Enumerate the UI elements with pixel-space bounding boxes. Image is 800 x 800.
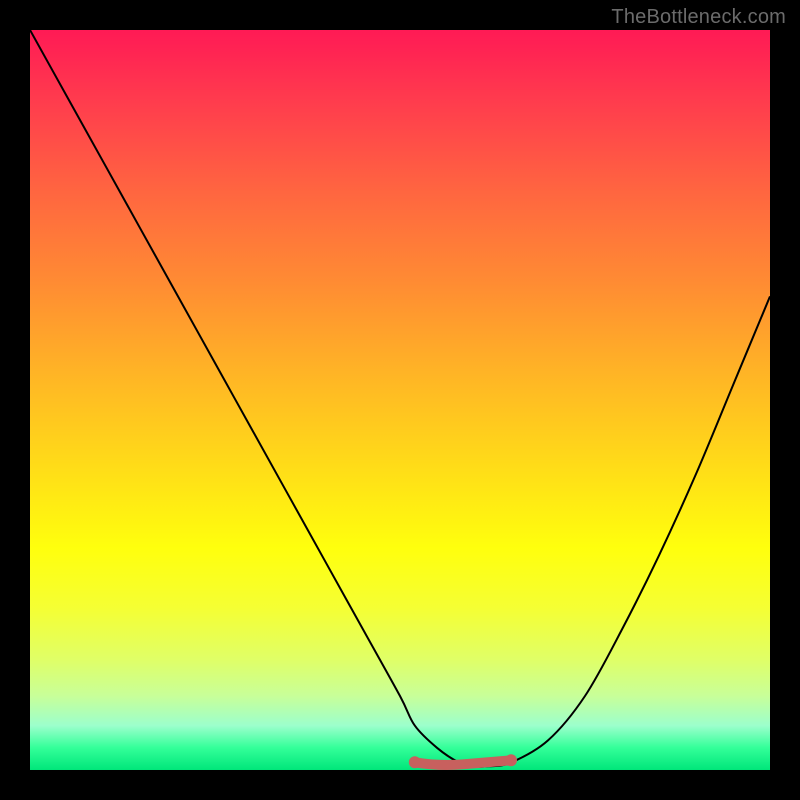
bottleneck-curve xyxy=(30,30,770,767)
chart-frame: TheBottleneck.com xyxy=(0,0,800,800)
optimal-flat-region xyxy=(415,760,511,765)
plot-area xyxy=(30,30,770,770)
flat-region-start-dot xyxy=(409,756,421,768)
watermark-text: TheBottleneck.com xyxy=(611,6,786,29)
flat-region-end-dot xyxy=(505,754,517,766)
curve-layer xyxy=(30,30,770,770)
